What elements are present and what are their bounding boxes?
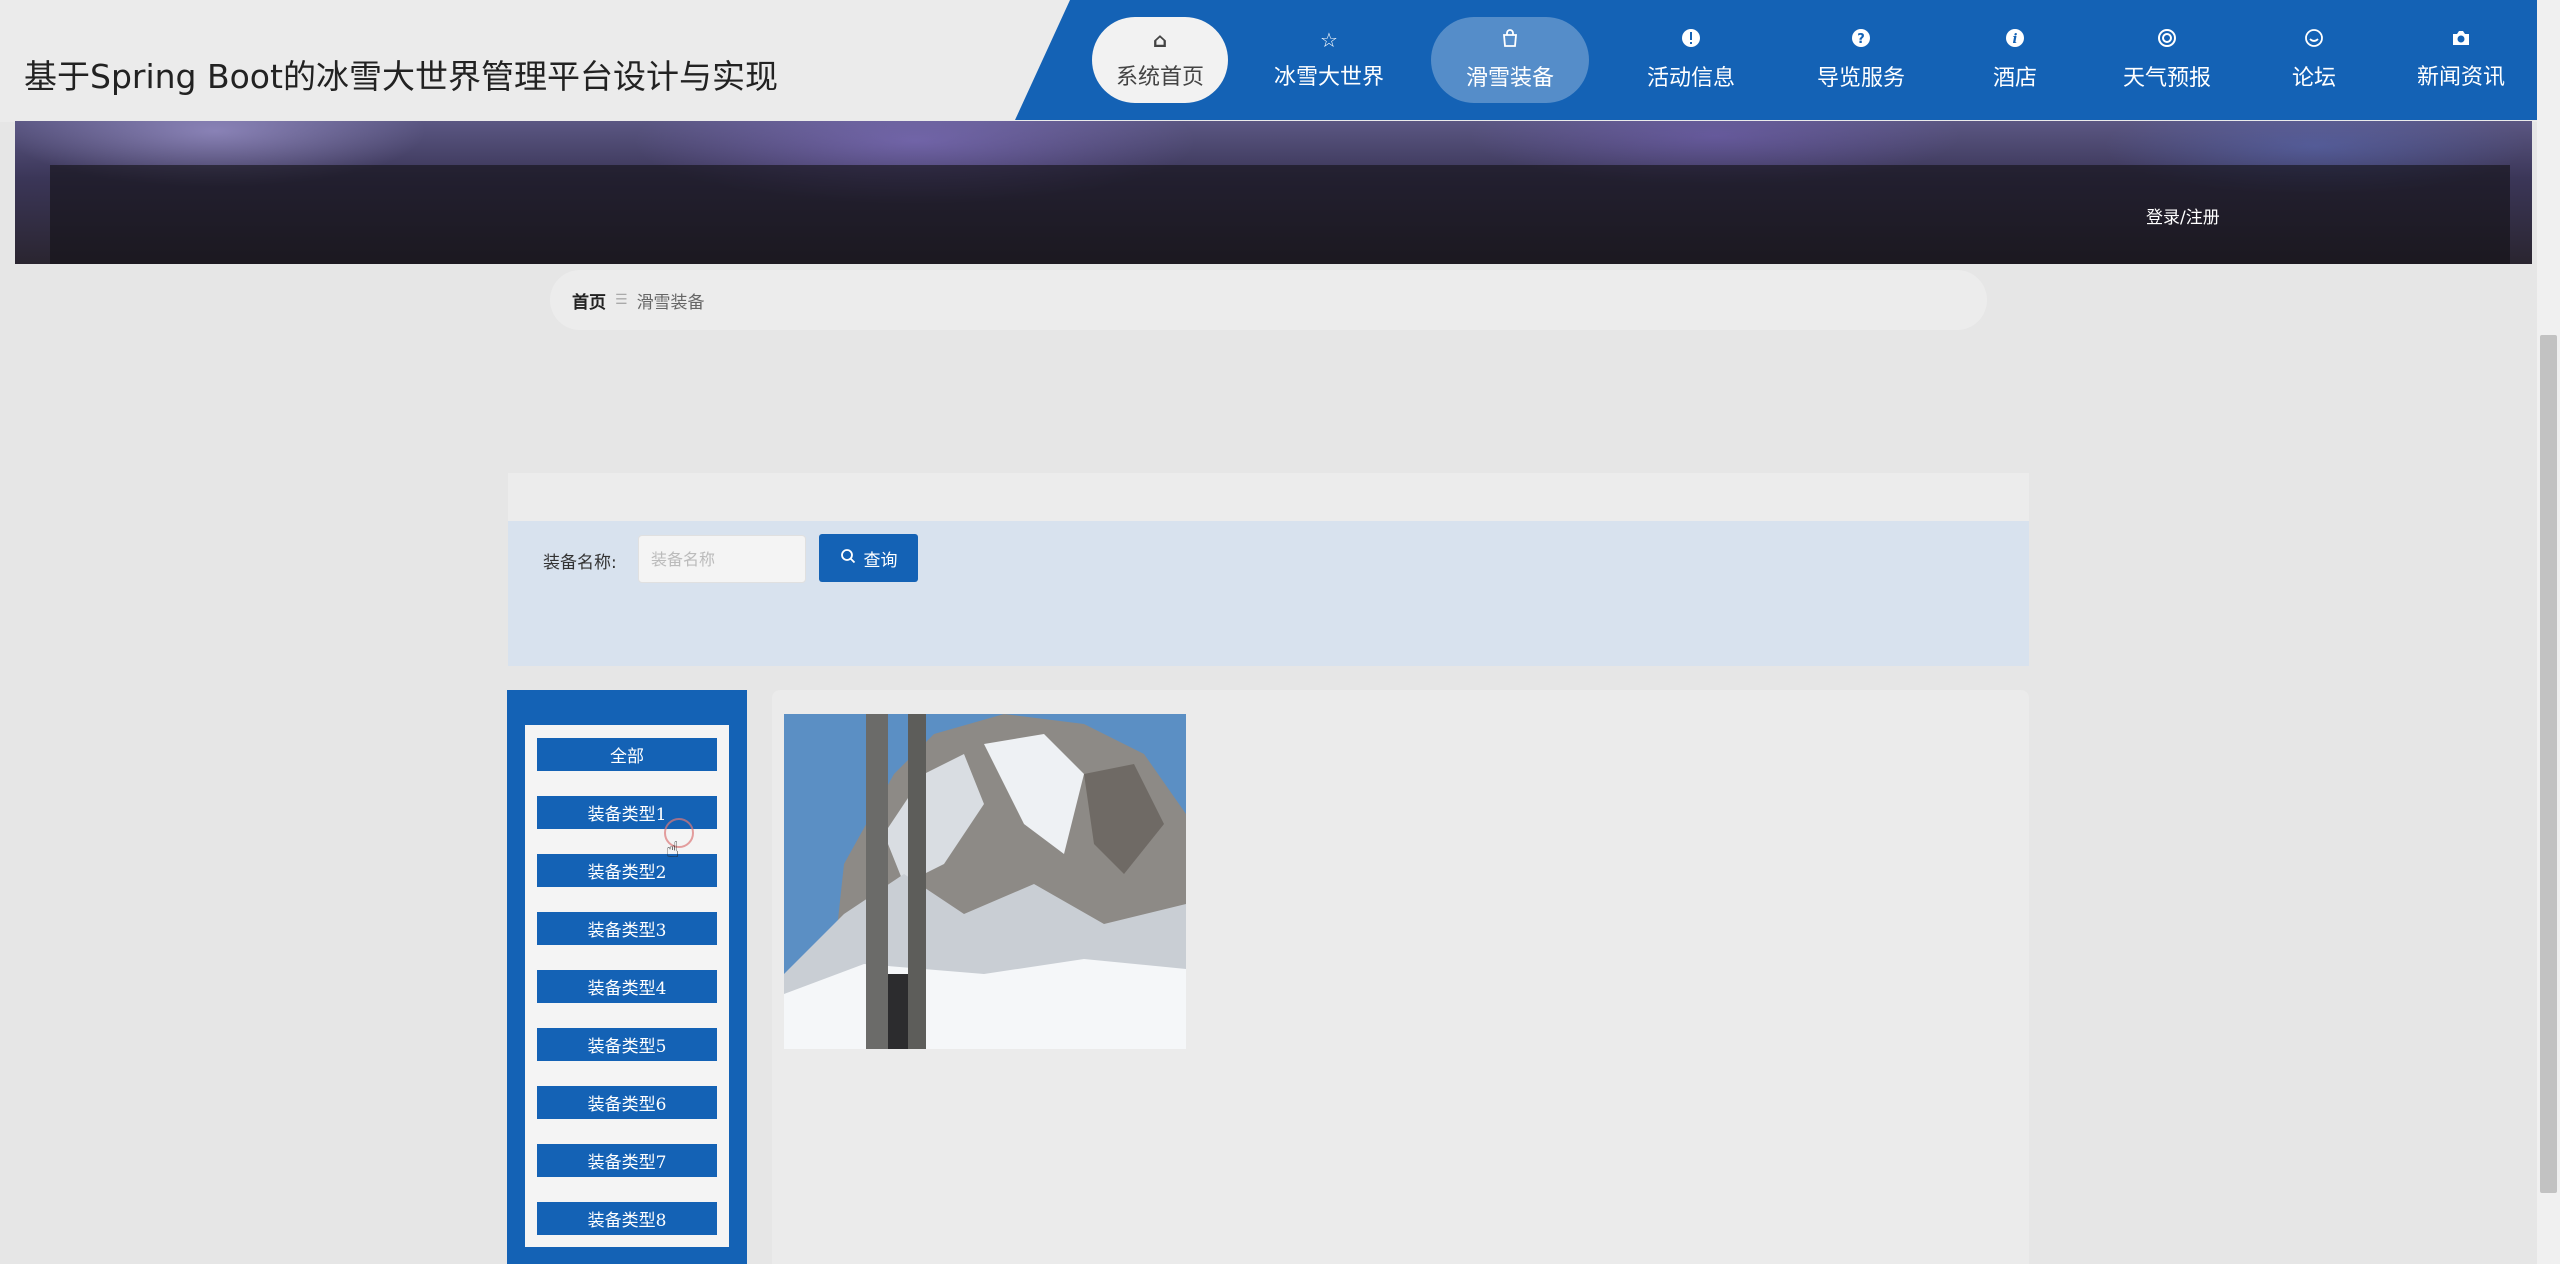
camera-icon [2451, 29, 2471, 50]
nav-item-label: 系统首页 [1115, 64, 1204, 90]
breadcrumb-current: 滑雪装备 [636, 292, 705, 313]
category-type-8[interactable]: 装备类型8 [537, 1202, 717, 1235]
lifebuoy-icon [2157, 28, 2177, 51]
product-card-image[interactable] [784, 714, 1186, 1049]
category-all[interactable]: 全部 [537, 738, 717, 771]
category-type-5[interactable]: 装备类型5 [537, 1028, 717, 1061]
nav-item-news[interactable]: 新闻资讯 [2392, 17, 2530, 103]
nav-item-activities[interactable]: 活动信息 [1622, 17, 1760, 103]
nav-item-label: 导览服务 [1816, 66, 1905, 91]
nav-item-home[interactable]: ⌂ 系统首页 [1092, 17, 1228, 103]
nav-item-label: 天气预报 [2122, 66, 2211, 91]
nav-item-label: 酒店 [1992, 66, 2037, 91]
nav-item-label: 活动信息 [1646, 66, 1735, 91]
scrollbar-thumb[interactable] [2540, 335, 2557, 1193]
search-header-strip [508, 473, 2029, 521]
search-label: 装备名称: [543, 553, 617, 573]
breadcrumb-home[interactable]: 首页 [572, 288, 606, 313]
banner-overlay [50, 165, 2510, 264]
search-button[interactable]: 查询 [819, 534, 918, 582]
category-type-4[interactable]: 装备类型4 [537, 970, 717, 1003]
equipment-name-input[interactable] [638, 535, 806, 583]
nav-item-label: 滑雪装备 [1465, 66, 1554, 91]
exclamation-icon [1681, 28, 1701, 51]
breadcrumb-separator-icon: ☰ [615, 292, 628, 308]
info-icon: i [2005, 28, 2025, 51]
nav-item-label: 冰雪大世界 [1273, 64, 1384, 90]
nav-item-hotel[interactable]: i 酒店 [1965, 17, 2065, 103]
category-sidebar: 全部 装备类型1 装备类型2 装备类型3 装备类型4 装备类型5 装备类型6 装… [507, 690, 747, 1264]
search-button-label: 查询 [863, 550, 898, 571]
login-register-link[interactable]: 登录/注册 [2146, 203, 2220, 228]
nav-item-ski-equipment[interactable]: 滑雪装备 [1431, 17, 1589, 103]
search-icon [840, 548, 856, 569]
shopping-bag-icon [1501, 28, 1519, 51]
nav-item-label: 论坛 [2291, 66, 2336, 91]
breadcrumb: 首页 ☰ 滑雪装备 [550, 270, 1987, 330]
main-nav: ⌂ 系统首页 ☆ 冰雪大世界 滑雪装备 活动信息 ? 导览服务 i 酒店 天气预… [1015, 0, 2545, 120]
category-type-6[interactable]: 装备类型6 [537, 1086, 717, 1119]
nav-item-forum[interactable]: 论坛 [2268, 17, 2360, 103]
category-type-3[interactable]: 装备类型3 [537, 912, 717, 945]
question-icon: ? [1851, 28, 1871, 51]
category-list: 全部 装备类型1 装备类型2 装备类型3 装备类型4 装备类型5 装备类型6 装… [525, 725, 729, 1247]
nav-item-ice-world[interactable]: ☆ 冰雪大世界 [1260, 17, 1398, 103]
category-type-2[interactable]: 装备类型2 [537, 854, 717, 887]
smile-icon [2304, 28, 2324, 51]
nav-item-label: 新闻资讯 [2416, 65, 2505, 90]
banner-image [15, 121, 2532, 264]
svg-text:i: i [2013, 32, 2018, 47]
hand-cursor-icon: ☝ [666, 838, 680, 863]
nav-item-weather[interactable]: 天气预报 [2098, 17, 2236, 103]
home-icon: ⌂ [1152, 27, 1168, 52]
star-icon: ☆ [1320, 27, 1338, 52]
svg-text:?: ? [1857, 32, 1865, 47]
category-type-7[interactable]: 装备类型7 [537, 1144, 717, 1177]
site-title: 基于Spring Boot的冰雪大世界管理平台设计与实现 [24, 57, 778, 96]
nav-item-guide-service[interactable]: ? 导览服务 [1792, 17, 1930, 103]
